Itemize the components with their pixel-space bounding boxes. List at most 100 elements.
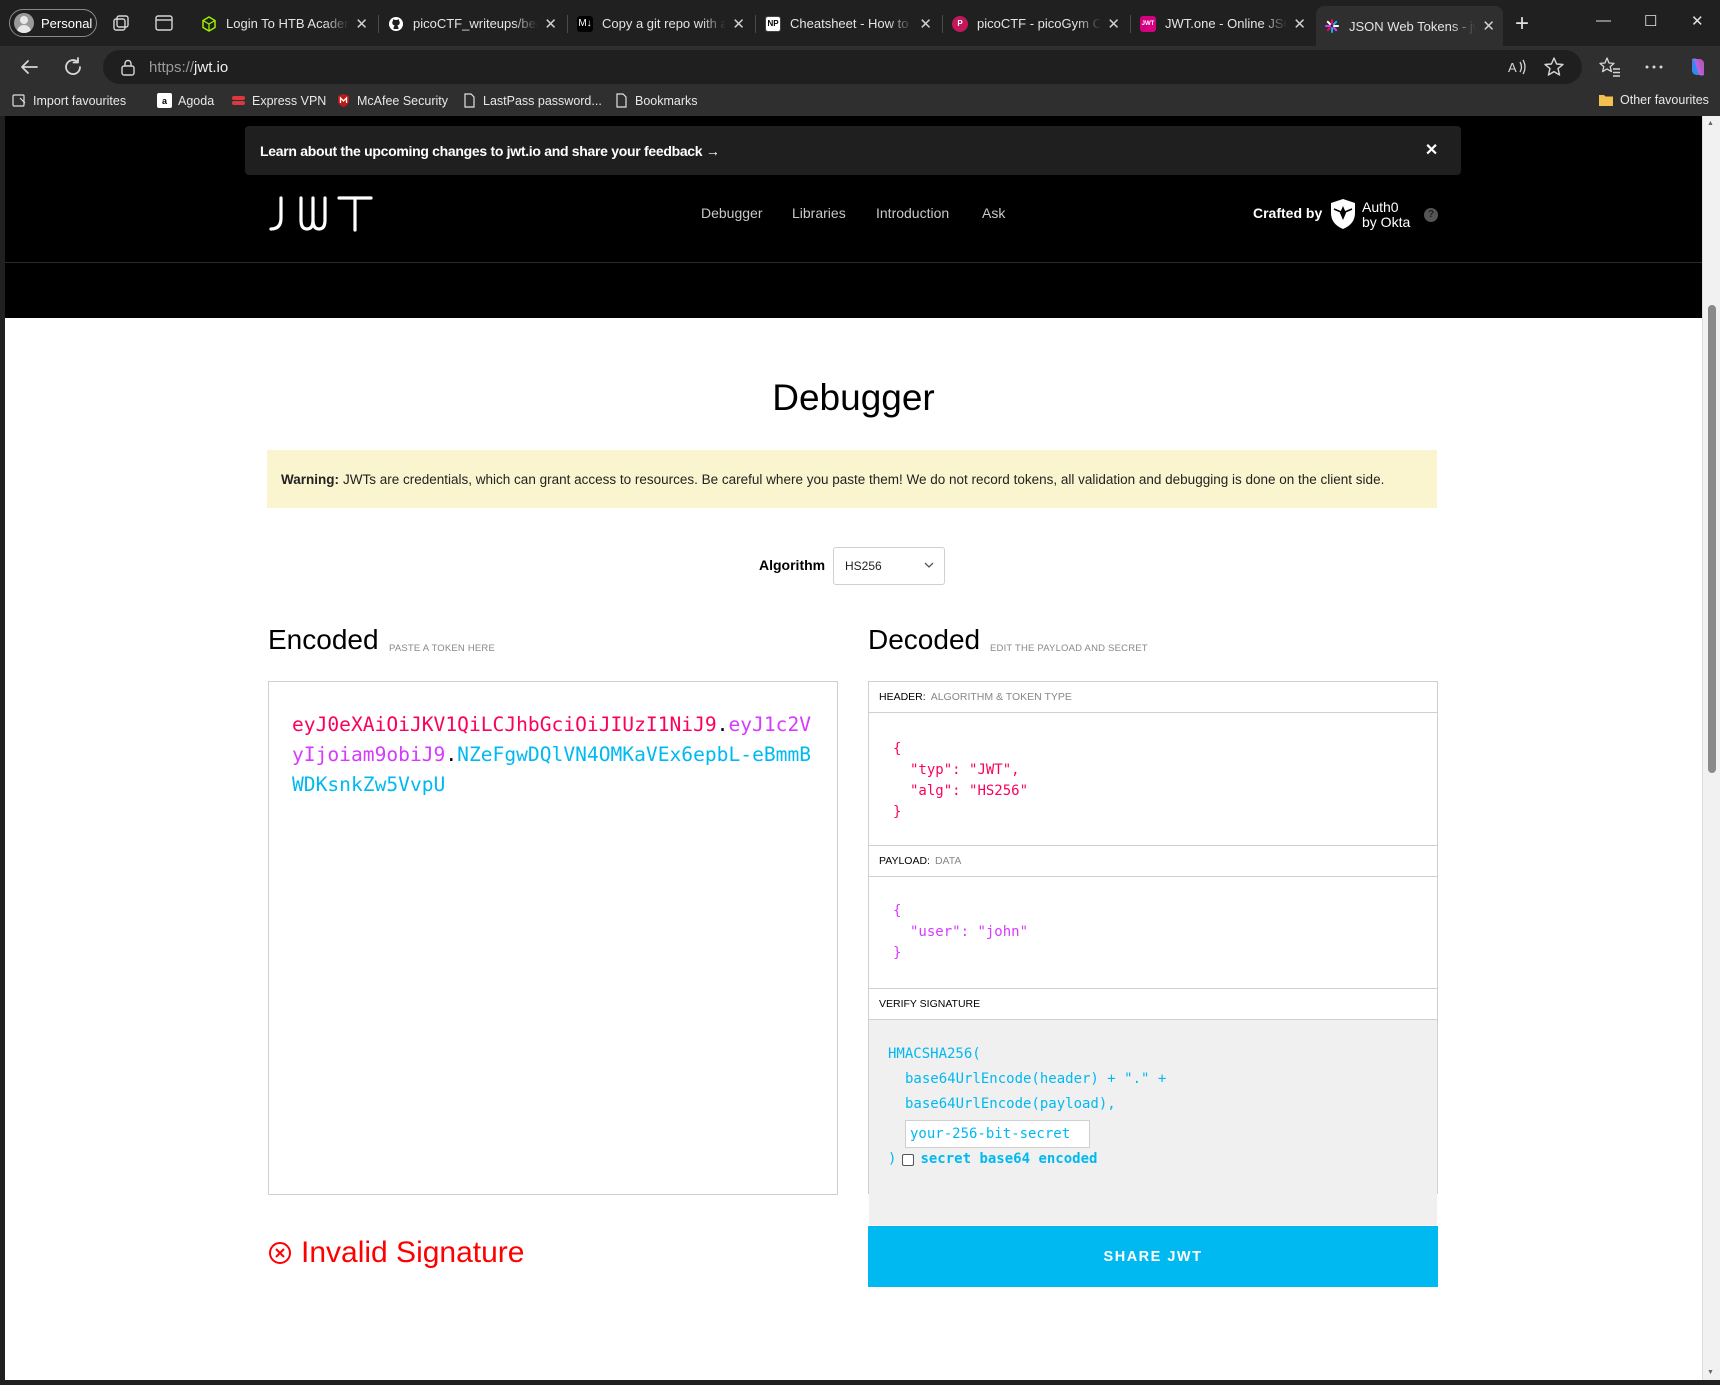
base64-checkbox[interactable]: [902, 1153, 915, 1166]
vertical-tabs-icon[interactable]: [153, 12, 175, 34]
auth0-logo-icon[interactable]: [1328, 198, 1358, 230]
decoded-title: Decoded: [868, 624, 981, 655]
site-header: Learn about the upcoming changes to jwt.…: [5, 116, 1702, 318]
tab-picogym[interactable]: P picoCTF - picoGym Challenges ✕: [944, 8, 1128, 39]
algorithm-value: HS256: [845, 559, 882, 573]
crafted-by-label: Crafted by: [1253, 205, 1323, 221]
announcement-banner[interactable]: Learn about the upcoming changes to jwt.…: [245, 126, 1461, 175]
lock-icon[interactable]: [120, 58, 136, 76]
scroll-up-icon[interactable]: ▲: [1707, 120, 1714, 127]
browser-tab-bar: Personal Login To HTB Academy ✕ picoCTF_…: [0, 0, 1720, 46]
payload-label: PAYLOAD: DATA: [869, 846, 1437, 877]
tab-label: Cheatsheet - How to write: [790, 16, 913, 31]
token-header-part: eyJ0eXAiOiJKV1QiLCJhbGciOiJIUzI1NiJ9: [292, 713, 717, 736]
page-viewport: Learn about the upcoming changes to jwt.…: [5, 116, 1702, 1380]
close-icon[interactable]: ✕: [732, 15, 745, 33]
verify-signature-label: VERIFY SIGNATURE: [869, 989, 1437, 1020]
nav-introduction[interactable]: Introduction: [876, 205, 949, 221]
mcafee-icon: [338, 94, 349, 107]
profile-label: Personal: [41, 15, 93, 31]
jwt-io-icon: [1325, 19, 1339, 33]
nav-debugger[interactable]: Debugger: [701, 205, 763, 221]
nav-ask[interactable]: Ask: [982, 205, 1005, 221]
page-icon: [616, 93, 627, 108]
copilot-icon[interactable]: [1686, 55, 1710, 79]
tab-label: picoCTF_writeups/beginner: [413, 16, 538, 31]
nav-libraries[interactable]: Libraries: [792, 205, 846, 221]
jwt-one-icon: JWT: [1140, 15, 1156, 32]
verify-signature-section: VERIFY SIGNATURE HMACSHA256( base64UrlEn…: [869, 989, 1437, 1225]
warning-text: JWTs are credentials, which can grant ac…: [343, 471, 1385, 487]
tab-jwt-one[interactable]: JWT JWT.one - Online JSON ✕: [1132, 8, 1314, 39]
read-aloud-icon[interactable]: A: [1506, 55, 1530, 79]
tab-label: JSON Web Tokens - jwt.io: [1349, 18, 1476, 34]
header-json-editor[interactable]: { "typ": "JWT", "alg": "HS256" }: [869, 713, 1437, 846]
signature-status: Invalid Signature: [268, 1236, 524, 1270]
maximize-icon[interactable]: ☐: [1644, 12, 1657, 30]
encoded-token-textarea[interactable]: eyJ0eXAiOiJKV1QiLCJhbGciOiJIUzI1NiJ9.eyJ…: [268, 681, 838, 1195]
header-section: HEADER: ALGORITHM & TOKEN TYPE { "typ": "…: [869, 682, 1437, 846]
agoda-icon: a: [157, 93, 172, 108]
url-protocol: https://: [149, 58, 195, 76]
fav-mcafee[interactable]: McAfee Security: [336, 93, 448, 108]
htb-cube-icon: [202, 15, 216, 32]
tab-label: Login To HTB Academy: [226, 16, 350, 31]
chevron-down-icon: [924, 562, 934, 568]
refresh-icon[interactable]: [61, 55, 85, 79]
tab-htb-academy[interactable]: Login To HTB Academy ✕: [193, 8, 376, 39]
auth0-wordmark[interactable]: Auth0 by Okta: [1362, 200, 1410, 230]
fav-lastpass[interactable]: LastPass password...: [462, 93, 602, 108]
close-icon[interactable]: ✕: [1425, 140, 1438, 160]
warning-label: Warning:: [281, 471, 339, 487]
signature-formula: HMACSHA256( base64UrlEncode(header) + ".…: [869, 1020, 1437, 1225]
page-icon: [464, 93, 475, 108]
scroll-down-icon[interactable]: ▼: [1707, 1369, 1714, 1376]
address-bar-row: https://jwt.io A: [0, 46, 1720, 88]
minimize-icon[interactable]: —: [1596, 12, 1611, 29]
workspaces-icon[interactable]: [110, 12, 132, 34]
picoctf-icon: P: [952, 15, 968, 32]
jwt-logo[interactable]: [267, 196, 377, 232]
close-window-icon[interactable]: ✕: [1691, 12, 1704, 30]
close-icon[interactable]: ✕: [1107, 15, 1120, 33]
close-icon[interactable]: ✕: [355, 15, 368, 33]
tab-cheatsheet[interactable]: NP Cheatsheet - How to write ✕: [757, 8, 940, 39]
favourite-star-icon[interactable]: [1542, 55, 1566, 79]
new-tab-button[interactable]: +: [1515, 10, 1529, 38]
close-icon[interactable]: ✕: [544, 15, 557, 33]
close-icon[interactable]: ✕: [919, 15, 932, 33]
tab-copy-git-repo[interactable]: M↓ Copy a git repo with all ✕: [569, 8, 753, 39]
folder-icon: [1599, 95, 1613, 106]
favourites-icon[interactable]: [1598, 55, 1622, 79]
secret-input[interactable]: your-256-bit-secret: [905, 1120, 1090, 1148]
base64-label[interactable]: secret base64 encoded: [920, 1149, 1097, 1170]
tab-jwt-io[interactable]: JSON Web Tokens - jwt.io ✕: [1316, 6, 1503, 46]
error-circle-icon: [269, 1242, 291, 1264]
payload-json-editor[interactable]: { "user": "john" }: [869, 877, 1437, 989]
encoded-title: Encoded: [268, 624, 379, 655]
decoded-panel: HEADER: ALGORITHM & TOKEN TYPE { "typ": "…: [868, 681, 1438, 1225]
fav-agoda[interactable]: a Agoda: [157, 93, 214, 108]
notepad-icon: NP: [765, 15, 781, 32]
algorithm-select[interactable]: HS256: [833, 547, 945, 585]
close-icon[interactable]: ✕: [1482, 17, 1495, 35]
algorithm-label: Algorithm: [759, 557, 826, 573]
help-icon[interactable]: ?: [1424, 208, 1438, 222]
scrollbar-thumb[interactable]: [1708, 305, 1716, 773]
fav-other-favourites[interactable]: Other favourites: [1598, 93, 1709, 107]
fav-bookmarks[interactable]: Bookmarks: [614, 93, 698, 108]
url-input[interactable]: https://jwt.io A: [103, 50, 1582, 84]
back-icon[interactable]: [17, 55, 41, 79]
more-options-icon[interactable]: [1642, 55, 1666, 79]
tab-label: JWT.one - Online JSON: [1165, 16, 1287, 31]
fav-express-vpn[interactable]: Express VPN: [231, 93, 326, 108]
favourites-bar: Import favourites a Agoda Express VPN Mc…: [0, 88, 1720, 116]
tab-picoctf-writeups[interactable]: picoCTF_writeups/beginner ✕: [380, 8, 565, 39]
page-scrollbar[interactable]: ▲ ▼: [1702, 116, 1720, 1380]
close-icon[interactable]: ✕: [1293, 15, 1306, 33]
github-icon: [389, 16, 403, 31]
share-jwt-button[interactable]: SHARE JWT: [868, 1226, 1438, 1287]
fav-import-favourites[interactable]: Import favourites: [12, 93, 126, 108]
banner-text[interactable]: Learn about the upcoming changes to jwt.…: [260, 143, 720, 159]
profile-button[interactable]: Personal: [9, 9, 97, 37]
